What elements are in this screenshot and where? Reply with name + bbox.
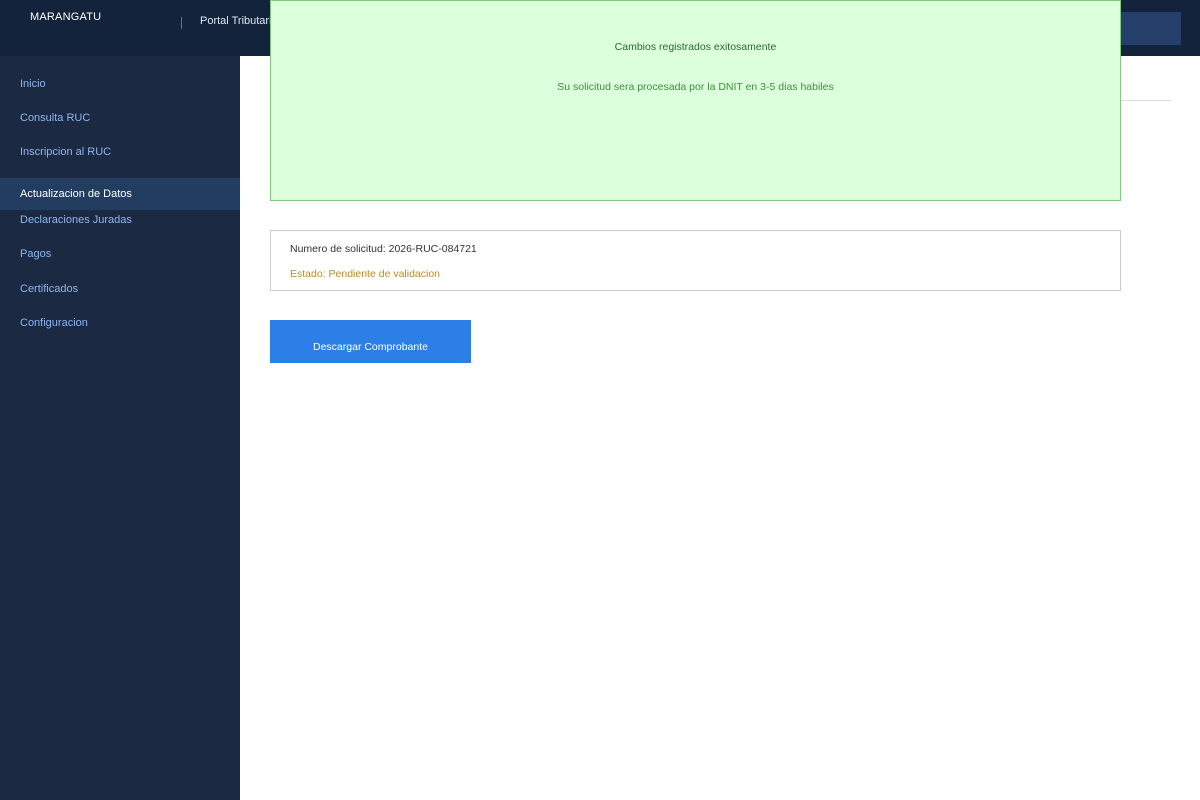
sidebar-item-label: Pagos [20, 248, 52, 260]
content-divider [1121, 100, 1171, 101]
sidebar-item-inicio[interactable]: Inicio [0, 68, 240, 100]
sidebar-item-declaraciones-juradas[interactable]: Declaraciones Juradas [0, 204, 240, 236]
sidebar-item-label: Consulta RUC [20, 112, 91, 124]
request-status: Estado: Pendiente de validacion [290, 268, 441, 280]
header-divider [181, 17, 182, 29]
success-banner: Cambios registrados exitosamente Su soli… [270, 0, 1121, 201]
download-receipt-button[interactable]: Descargar Comprobante [270, 320, 471, 363]
request-number: Numero de solicitud: 2026-RUC-084721 [290, 243, 477, 255]
request-info-card: Numero de solicitud: 2026-RUC-084721 Est… [270, 230, 1121, 291]
sidebar-item-label: Configuracion [20, 317, 88, 329]
sidebar-item-consulta-ruc[interactable]: Consulta RUC [0, 102, 240, 134]
portal-title: Portal Tributario [200, 15, 278, 27]
sidebar-item-label: Inicio [20, 78, 46, 90]
sidebar-item-certificados[interactable]: Certificados [0, 273, 240, 305]
sidebar-item-label: Certificados [20, 283, 79, 295]
sidebar-item-label: Declaraciones Juradas [20, 214, 132, 226]
sidebar-item-label: Actualizacion de Datos [20, 188, 132, 200]
sidebar: Inicio Consulta RUC Inscripcion al RUC A… [0, 56, 240, 800]
sidebar-item-pagos[interactable]: Pagos [0, 238, 240, 270]
success-title: Cambios registrados exitosamente [614, 41, 777, 53]
sidebar-item-inscripcion-ruc[interactable]: Inscripcion al RUC [0, 136, 240, 168]
sidebar-item-configuracion[interactable]: Configuracion [0, 307, 240, 339]
sidebar-item-label: Inscripcion al RUC [20, 146, 112, 158]
success-message: Su solicitud sera procesada por la DNIT … [557, 81, 834, 93]
brand-logo-text[interactable]: MARANGATU [30, 11, 101, 23]
